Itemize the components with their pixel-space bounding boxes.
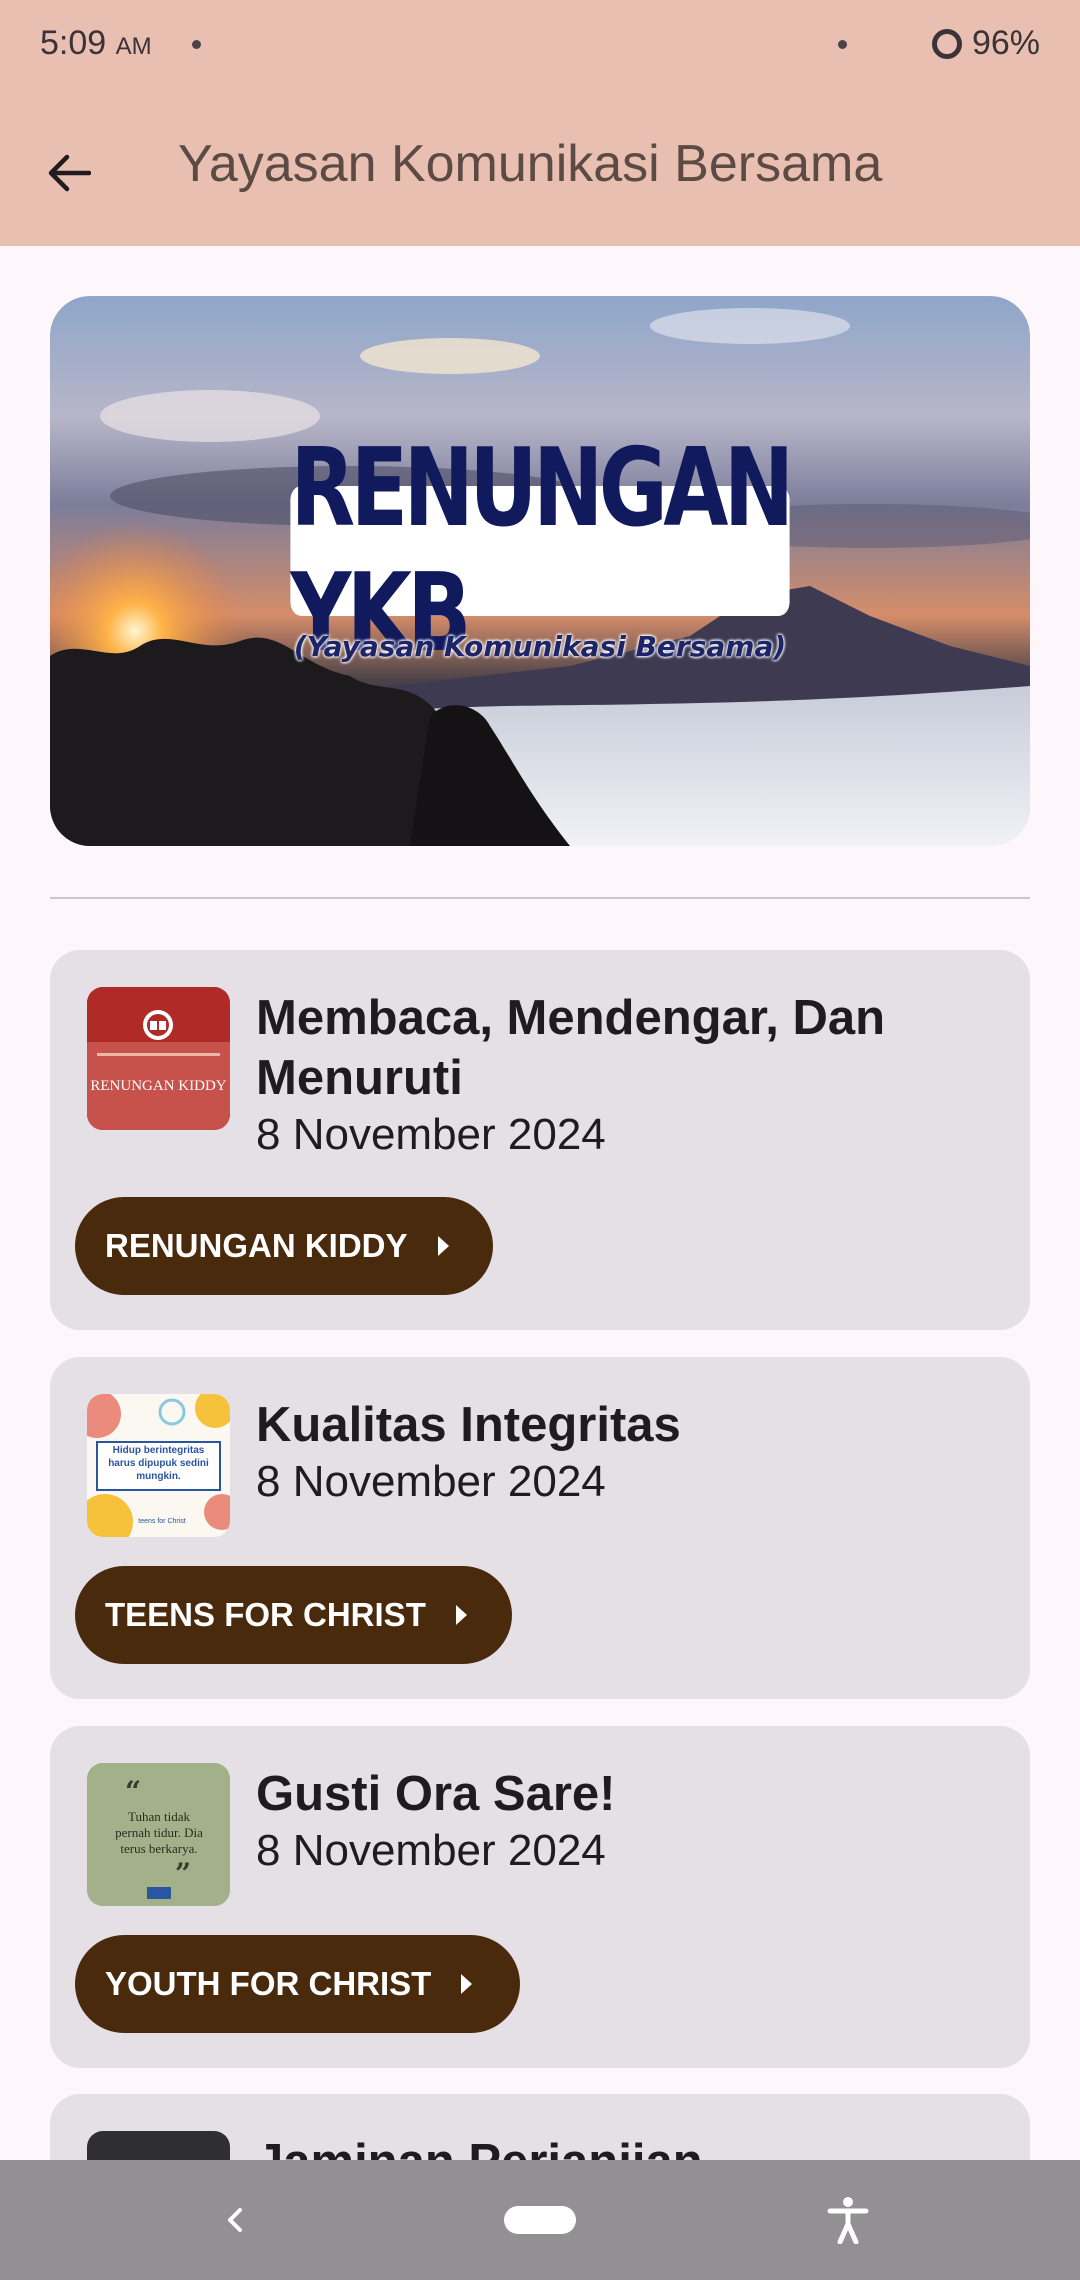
status-time-value: 5:09 — [40, 24, 107, 62]
hero-banner[interactable]: RENUNGAN YKB (Yayasan Komunikasi Bersama… — [50, 296, 1030, 846]
arrow-left-icon — [48, 154, 91, 192]
banner-title: RENUNGAN YKB — [290, 426, 794, 676]
thumbnail-caption: RENUNGAN KIDDY — [90, 1078, 227, 1094]
notification-dot-icon — [192, 40, 201, 49]
category-label: TEENS FOR CHRIST — [105, 1596, 426, 1633]
accessibility-button[interactable] — [826, 2196, 870, 2249]
app-bar: Yayasan Komunikasi Bersama — [0, 90, 1080, 246]
devotional-thumbnail: Hidup berintegritas harus dipupuk sedini… — [87, 1394, 230, 1537]
nav-back-button[interactable] — [222, 2200, 246, 2245]
nav-back-icon — [228, 2208, 242, 2232]
battery-ring-icon — [931, 28, 962, 59]
battery-indicator: 96% — [931, 24, 1040, 63]
chevron-right-icon — [437, 1236, 449, 1256]
category-button-youth-for-christ[interactable]: YOUTH FOR CHRIST — [75, 1935, 520, 2033]
status-time: 5:09 AM — [40, 24, 152, 63]
battery-percent: 96% — [971, 24, 1040, 62]
devotional-title: Membaca, Mendengar, Dan Menuruti — [256, 991, 886, 1105]
devotional-date: 8 November 2024 — [256, 1457, 606, 1506]
svg-text:”: ” — [175, 1857, 191, 1890]
category-label: YOUTH FOR CHRIST — [105, 1965, 432, 2002]
status-bar: 5:09 AM 96% — [0, 0, 1080, 90]
devotional-card[interactable]: Hidup berintegritas harus dipupuk sedini… — [50, 1357, 1030, 1699]
thumbnail-caption: Tuhan tidak pernah tidur. Dia terus berk… — [115, 1809, 203, 1856]
page-title: Yayasan Komunikasi Bersama — [178, 135, 883, 193]
devotional-title: Kualitas Integritas — [256, 1398, 681, 1452]
category-label: RENUNGAN KIDDY — [105, 1227, 408, 1264]
renungan-kiddy-thumbnail-image — [87, 987, 230, 1130]
banner-subtitle: (Yayasan Komunikasi Bersama) — [293, 630, 787, 663]
devotional-date: 8 November 2024 — [256, 1826, 606, 1875]
devotional-card[interactable]: “ ” Tuhan tidak pernah tidur. Dia terus … — [50, 1726, 1030, 2068]
devotional-thumbnail: RENUNGAN KIDDY — [87, 987, 230, 1130]
category-button-renungan-kiddy[interactable]: RENUNGAN KIDDY — [75, 1197, 493, 1295]
chevron-right-icon — [455, 1605, 467, 1625]
divider — [50, 897, 1030, 899]
devotional-thumbnail: “ ” Tuhan tidak pernah tidur. Dia terus … — [87, 1763, 230, 1906]
status-dot-icon — [838, 40, 847, 49]
back-button[interactable] — [34, 138, 104, 208]
status-time-ampm: AM — [115, 33, 152, 60]
svg-text:“: “ — [125, 1775, 141, 1808]
thumbnail-footer: teens for Christ — [138, 1518, 186, 1525]
thumbnail-caption: Hidup berintegritas harus dipupuk sedini… — [108, 1445, 209, 1482]
accessibility-icon — [827, 2197, 869, 2245]
devotional-card[interactable]: RENUNGAN KIDDY Membaca, Mendengar, Dan M… — [50, 950, 1030, 1330]
chevron-right-icon — [461, 1974, 473, 1994]
devotional-title: Gusti Ora Sare! — [256, 1767, 616, 1821]
system-nav-bar — [0, 2160, 1080, 2280]
devotional-date: 8 November 2024 — [256, 1110, 606, 1159]
category-button-teens-for-christ[interactable]: TEENS FOR CHRIST — [75, 1566, 512, 1664]
home-pill-icon[interactable] — [504, 2206, 576, 2234]
